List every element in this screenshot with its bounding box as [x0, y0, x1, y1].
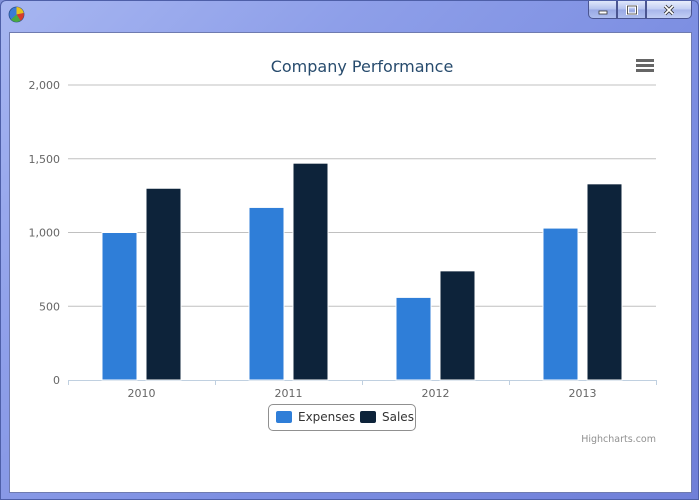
legend-item-sales[interactable]: Sales: [360, 410, 414, 424]
title-bar[interactable]: [1, 1, 698, 27]
pie-chart-icon[interactable]: [8, 6, 25, 23]
menu-icon: [636, 59, 654, 62]
minimize-icon: [598, 10, 607, 14]
legend-swatch: [276, 411, 292, 423]
bar-sales-2011: [292, 162, 329, 381]
x-tick-label: 2010: [128, 387, 156, 400]
chart-title: Company Performance: [271, 57, 454, 76]
maximize-button[interactable]: [617, 1, 646, 19]
window-controls: [588, 1, 692, 20]
x-tick-label: 2013: [569, 387, 597, 400]
x-tick-label: 2011: [275, 387, 303, 400]
legend-label: Sales: [382, 410, 414, 424]
legend-item-expenses[interactable]: Expenses: [276, 410, 355, 424]
app-window: Company Performance 0 500 1,000 1,500 2,000 20…: [0, 0, 699, 500]
credits-link[interactable]: Highcharts.com: [581, 434, 656, 445]
close-button[interactable]: [646, 1, 692, 19]
close-icon: [663, 4, 675, 15]
y-tick-label: 0: [53, 374, 60, 387]
bar-expenses-2013: [542, 227, 579, 381]
y-tick-label: 1,500: [29, 153, 61, 166]
legend-swatch: [360, 411, 376, 423]
legend-label: Expenses: [298, 410, 356, 424]
bar-sales-2012: [439, 270, 476, 381]
chart-container: Company Performance 0 500 1,000 1,500 2,000 20…: [9, 32, 692, 493]
bar-sales-2010: [145, 187, 182, 381]
minimize-button[interactable]: [588, 1, 617, 19]
bar-expenses-2011: [248, 206, 285, 381]
bar-expenses-2012: [395, 296, 432, 381]
y-tick-label: 2,000: [29, 79, 61, 92]
bar-expenses-2010: [101, 232, 138, 381]
maximize-icon: [625, 4, 638, 15]
x-tick-label: 2012: [422, 387, 450, 400]
chart-menu-button[interactable]: [636, 59, 654, 75]
chart-legend: Expenses Sales: [268, 404, 416, 431]
bar-sales-2013: [586, 183, 623, 381]
y-tick-label: 500: [39, 300, 60, 313]
y-tick-label: 1,000: [29, 227, 61, 240]
